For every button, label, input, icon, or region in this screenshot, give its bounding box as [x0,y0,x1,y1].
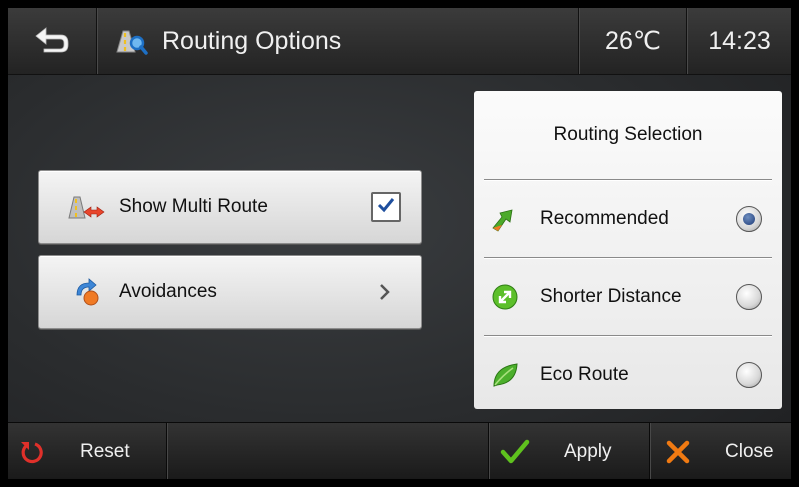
divider [484,335,772,336]
title-area: Routing Options [98,8,578,74]
avoidances-icon [67,277,105,307]
bottom-bar: Reset Apply Close [8,422,791,479]
close-icon [665,439,691,465]
avoidances-label: Avoidances [119,281,217,302]
divider [484,257,772,258]
eco-route-label: Eco Route [540,364,629,385]
divider [488,423,489,479]
show-multi-route-label: Show Multi Route [119,196,268,217]
divider [649,423,650,479]
shorter-distance-radio[interactable] [736,284,762,310]
reset-label: Reset [80,440,130,462]
radio-selected-dot [743,213,755,225]
divider [578,8,579,74]
back-arrow-icon [32,24,72,59]
apply-label: Apply [564,440,612,462]
divider [166,423,167,479]
checkmark-icon [377,197,395,218]
eco-leaf-icon [488,358,522,392]
page-title: Routing Options [162,26,342,55]
multi-route-icon [67,192,105,222]
routing-selection-panel: Routing Selection Recommended Shorter Di… [474,91,782,409]
recommended-radio[interactable] [736,206,762,232]
apply-button[interactable]: Apply [490,423,648,479]
chevron-right-icon [373,283,397,301]
recommended-label: Recommended [540,208,669,229]
route-option-shorter-distance[interactable]: Shorter Distance [474,259,782,335]
top-bar: Routing Options 26℃ 14:23 [8,8,791,75]
reset-button[interactable]: Reset [8,423,166,479]
close-label: Close [725,440,774,462]
route-option-recommended[interactable]: Recommended [474,181,782,257]
show-multi-route-button[interactable]: Show Multi Route [38,170,422,244]
shorter-distance-icon [488,280,522,314]
multi-route-checkbox[interactable] [371,192,401,222]
screen: Routing Options 26℃ 14:23 Show Multi Rou… [8,8,791,479]
panel-title: Routing Selection [553,124,703,145]
back-button[interactable] [8,8,96,74]
shorter-distance-label: Shorter Distance [540,286,682,307]
route-option-eco-route[interactable]: Eco Route [474,337,782,413]
recommended-route-icon [488,202,522,236]
eco-route-radio[interactable] [736,362,762,388]
avoidances-button[interactable]: Avoidances [38,255,422,329]
checkmark-icon [500,439,530,465]
divider [484,179,772,180]
reset-icon [18,438,46,466]
route-search-icon [114,26,148,56]
close-button[interactable]: Close [651,423,791,479]
divider [686,8,687,74]
temperature-readout: 26℃ [605,27,661,55]
clock-readout: 14:23 [708,26,771,55]
divider [96,8,97,74]
